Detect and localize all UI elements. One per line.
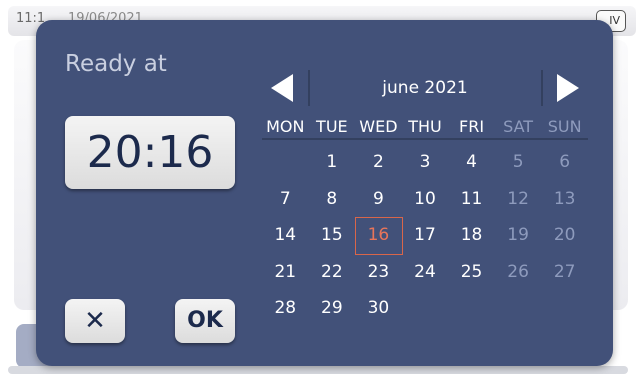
triangle-left-icon: [271, 74, 293, 102]
calendar-day[interactable]: 8: [309, 181, 356, 217]
calendar-day[interactable]: 26: [495, 254, 542, 290]
calendar-day[interactable]: 14: [262, 217, 309, 253]
cancel-button[interactable]: ✕: [65, 299, 125, 343]
calendar-day[interactable]: 30: [355, 290, 402, 326]
calendar-day[interactable]: 18: [448, 217, 495, 253]
calendar-day[interactable]: 1: [309, 144, 356, 180]
calendar-day[interactable]: 9: [355, 181, 402, 217]
prev-month-button[interactable]: [262, 68, 306, 108]
calendar-day[interactable]: 22: [309, 254, 356, 290]
background-bottom-bar: [8, 366, 628, 374]
weekday-tue: TUE: [316, 117, 348, 136]
calendar-day[interactable]: 23: [355, 254, 402, 290]
ready-at-dialog: Ready at 20:16 ✕ OK june 2021 MON TUE WE…: [36, 20, 613, 366]
calendar-day[interactable]: 19: [495, 217, 542, 253]
weekday-sun: SUN: [547, 117, 582, 136]
calendar-day[interactable]: 17: [402, 217, 449, 253]
weekday-mon: MON: [266, 117, 305, 136]
header-divider: [541, 70, 543, 106]
calendar-day[interactable]: 16: [355, 217, 403, 256]
calendar-day[interactable]: 27: [541, 254, 588, 290]
weekday-thu: THU: [408, 117, 442, 136]
calendar-day[interactable]: 4: [448, 144, 495, 180]
calendar-day[interactable]: 20: [541, 217, 588, 253]
calendar-day[interactable]: 5: [495, 144, 542, 180]
time-selector[interactable]: 20:16: [65, 116, 235, 189]
calendar-day[interactable]: 29: [309, 290, 356, 326]
weekday-sat: SAT: [503, 117, 534, 136]
weekday-fri: FRI: [459, 117, 485, 136]
calendar-day[interactable]: 2: [355, 144, 402, 180]
next-month-button[interactable]: [544, 68, 588, 108]
calendar-day[interactable]: 3: [402, 144, 449, 180]
ok-button[interactable]: OK: [175, 299, 235, 343]
calendar-day[interactable]: 15: [309, 217, 356, 253]
weekday-header-row: MON TUE WED THU FRI SAT SUN: [262, 116, 588, 140]
calendar-day[interactable]: 13: [541, 181, 588, 217]
calendar-day[interactable]: 10: [402, 181, 449, 217]
calendar-day[interactable]: 12: [495, 181, 542, 217]
weekday-wed: WED: [359, 117, 398, 136]
calendar-day[interactable]: 11: [448, 181, 495, 217]
calendar-day[interactable]: 25: [448, 254, 495, 290]
calendar-day[interactable]: 28: [262, 290, 309, 326]
calendar-day[interactable]: 24: [402, 254, 449, 290]
calendar-day[interactable]: 7: [262, 181, 309, 217]
calendar-day[interactable]: 21: [262, 254, 309, 290]
ready-at-label: Ready at: [65, 51, 167, 77]
triangle-right-icon: [557, 74, 579, 102]
month-label: june 2021: [382, 78, 468, 98]
calendar-day[interactable]: 6: [541, 144, 588, 180]
calendar-header: june 2021: [262, 68, 588, 108]
